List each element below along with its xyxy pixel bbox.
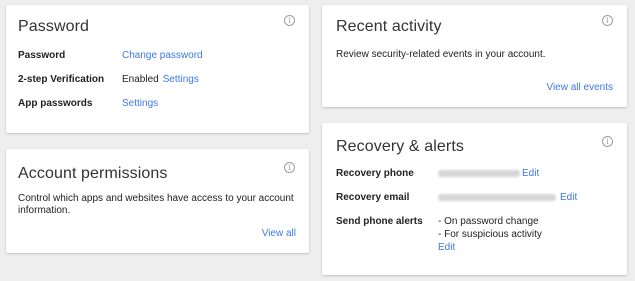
password-card: Password i Password Change password 2-st… (6, 5, 309, 133)
recovery-card: Recovery & alerts i Recovery phone Edit … (322, 123, 627, 275)
two-step-status-text: Enabled (122, 74, 159, 85)
recovery-email-label: Recovery email (336, 192, 410, 203)
password-card-title: Password (18, 18, 90, 35)
change-password-link[interactable]: Change password (122, 50, 203, 61)
app-passwords-settings-link[interactable]: Settings (122, 98, 158, 109)
app-passwords-label: App passwords (18, 98, 93, 109)
password-label: Password (18, 50, 66, 61)
info-icon[interactable]: i (602, 136, 613, 147)
activity-description: Review security-related events in your a… (336, 49, 546, 60)
activity-card: Recent activity i Review security-relate… (322, 5, 627, 107)
alerts-edit-link[interactable]: Edit (438, 241, 542, 254)
redacted-email (438, 193, 556, 201)
permissions-card: Account permissions i Control which apps… (6, 149, 309, 253)
activity-card-title: Recent activity (336, 18, 442, 35)
recovery-phone-value: Edit (438, 168, 539, 179)
two-step-status: Enabled Settings (122, 74, 199, 85)
two-step-label: 2-step Verification (18, 74, 105, 85)
view-all-events-link[interactable]: View all events (546, 82, 613, 93)
redacted-phone (438, 169, 520, 177)
send-alerts-label: Send phone alerts (336, 216, 423, 227)
recovery-phone-edit-link[interactable]: Edit (522, 168, 539, 179)
permissions-card-title: Account permissions (18, 165, 168, 182)
info-icon[interactable]: i (602, 15, 613, 26)
recovery-card-title: Recovery & alerts (336, 138, 464, 155)
recovery-email-value: Edit (438, 192, 577, 203)
alert-password-change: - On password change (438, 216, 539, 227)
permissions-view-all-link[interactable]: View all (262, 228, 296, 239)
alert-suspicious-activity: - For suspicious activity (438, 229, 542, 240)
recovery-phone-label: Recovery phone (336, 168, 414, 179)
alerts-list: - On password change - For suspicious ac… (438, 215, 542, 254)
permissions-description: Control which apps and websites have acc… (18, 193, 294, 216)
info-icon[interactable]: i (284, 162, 295, 173)
recovery-email-edit-link[interactable]: Edit (560, 192, 577, 203)
two-step-settings-link[interactable]: Settings (163, 74, 199, 85)
info-icon[interactable]: i (284, 15, 295, 26)
